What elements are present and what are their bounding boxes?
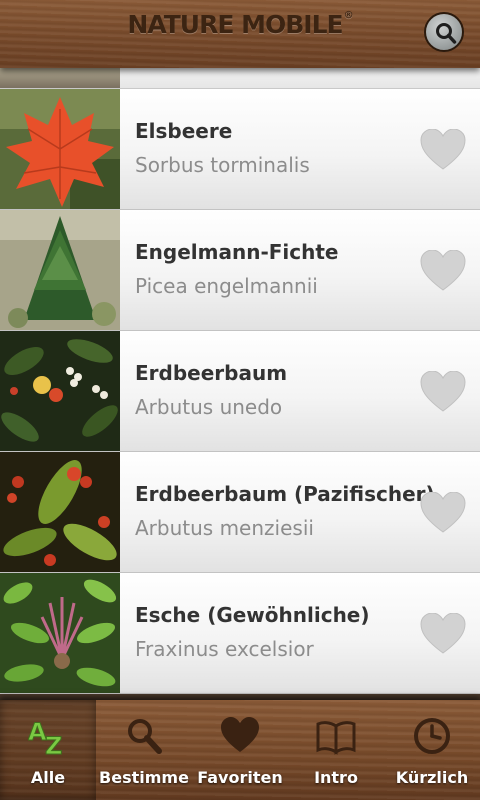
magnifier-icon: [128, 719, 162, 754]
species-common-name: Erdbeerbaum (Pazifischer): [135, 482, 435, 506]
species-scientific-name: Fraxinus excelsior: [135, 637, 314, 661]
species-thumbnail-red-maple-leaf: [0, 89, 120, 209]
tab-label: Kürzlich: [395, 768, 469, 787]
tab-label: Bestimme: [99, 768, 189, 787]
tab-label: Alle: [30, 768, 66, 787]
tab-bestimme[interactable]: Bestimme: [96, 700, 192, 800]
species-common-name: Erdbeerbaum: [135, 361, 288, 385]
registered-mark: ®: [343, 10, 354, 21]
species-thumbnail-spruce-tree: [0, 210, 120, 330]
species-common-name: Elsbeere: [135, 119, 233, 143]
species-thumbnail-ash-leaves: [0, 573, 120, 693]
svg-text:Z: Z: [45, 732, 62, 756]
book-icon: [316, 721, 356, 755]
favorite-heart-icon[interactable]: [420, 613, 466, 655]
species-scientific-name: Picea engelmannii: [135, 274, 318, 298]
tab-kuerzlich[interactable]: Kürzlich: [384, 700, 480, 800]
partial-thumbnail: [0, 68, 120, 88]
species-scientific-name: Arbutus unedo: [135, 395, 283, 419]
app-logo: NATURE MOBILE®: [0, 10, 480, 39]
clock-icon: [414, 718, 450, 754]
species-list[interactable]: Elsbeere Sorbus torminalis Engelmann-Fic…: [0, 68, 480, 700]
list-item[interactable]: Engelmann-Fichte Picea engelmannii: [0, 210, 480, 331]
tab-favoriten[interactable]: Favoriten: [192, 700, 288, 800]
search-icon: [436, 23, 457, 44]
species-common-name: Esche (Gewöhnliche): [135, 603, 370, 627]
tab-alle[interactable]: A Z Alle: [0, 700, 96, 800]
bottom-navigation: A Z Alle Bestimme Favoriten Intro Kürzli…: [0, 700, 480, 800]
favorite-heart-icon[interactable]: [420, 250, 466, 292]
az-icon: A Z: [28, 718, 63, 757]
favorite-heart-icon[interactable]: [420, 129, 466, 171]
species-scientific-name: Arbutus menziesii: [135, 516, 314, 540]
favorite-heart-icon[interactable]: [420, 371, 466, 413]
list-item[interactable]: Erdbeerbaum Arbutus unedo: [0, 331, 480, 452]
search-button[interactable]: [424, 12, 464, 52]
heart-icon: [221, 717, 259, 752]
species-scientific-name: Sorbus torminalis: [135, 153, 310, 177]
logo-text: NATURE MOBILE: [127, 10, 343, 39]
list-top-partial-row: [0, 68, 480, 89]
list-item[interactable]: Erdbeerbaum (Pazifischer) Arbutus menzie…: [0, 452, 480, 573]
tab-intro[interactable]: Intro: [288, 700, 384, 800]
species-common-name: Engelmann-Fichte: [135, 240, 339, 264]
species-thumbnail-pacific-madrone-berries: [0, 452, 120, 572]
list-item[interactable]: Esche (Gewöhnliche) Fraxinus excelsior: [0, 573, 480, 694]
app-header: NATURE MOBILE®: [0, 0, 480, 68]
favorite-heart-icon[interactable]: [420, 492, 466, 534]
tab-label: Intro: [314, 768, 358, 787]
tab-label: Favoriten: [197, 768, 283, 787]
species-thumbnail-strawberry-tree-fruits: [0, 331, 120, 451]
list-item[interactable]: Elsbeere Sorbus torminalis: [0, 89, 480, 210]
